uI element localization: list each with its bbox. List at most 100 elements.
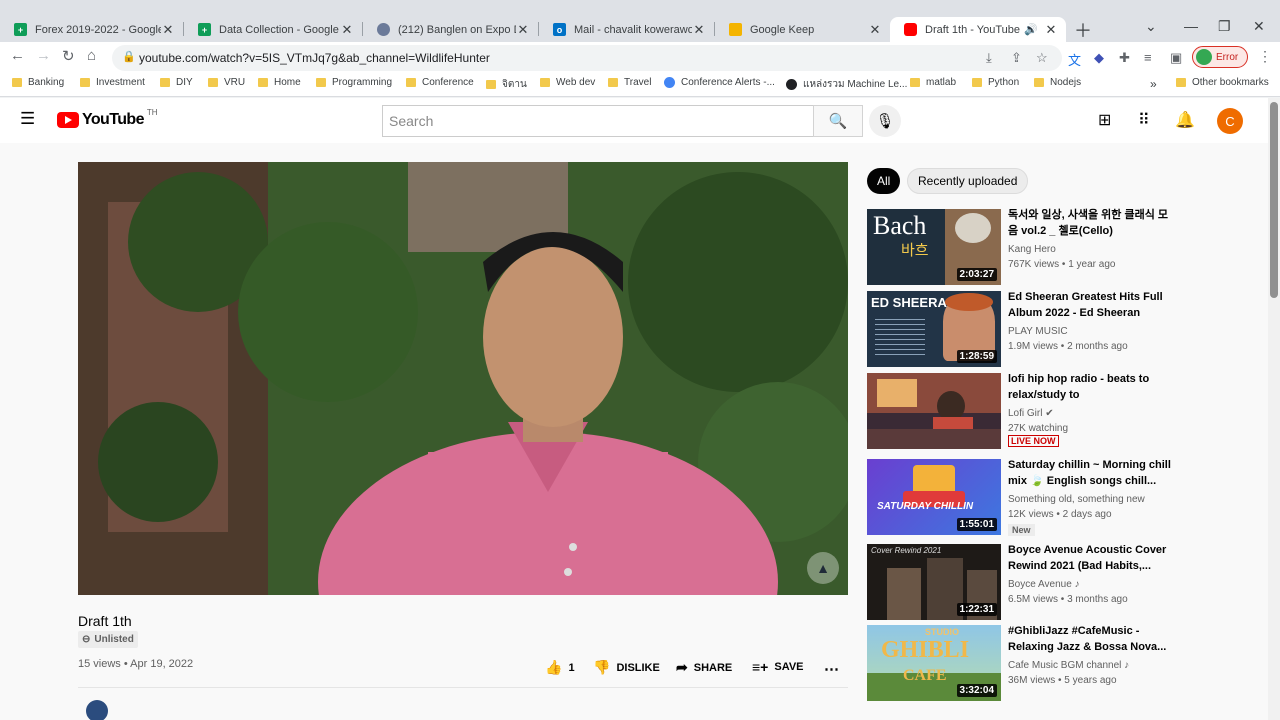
chip-recently-uploaded[interactable]: Recently uploaded bbox=[907, 168, 1029, 194]
bookmark-star-icon[interactable]: ☆ bbox=[1036, 50, 1048, 66]
bookmark-web-dev[interactable]: Web dev bbox=[540, 77, 595, 88]
close-window-icon[interactable]: ✕ bbox=[1253, 18, 1265, 35]
recommendation-title[interactable]: Saturday chillin ~ Morning chill mix 🍃 E… bbox=[1008, 457, 1173, 489]
bookmark-python[interactable]: Python bbox=[972, 77, 1019, 88]
bookmark-vru[interactable]: VRU bbox=[208, 77, 245, 88]
close-icon[interactable]: ✕ bbox=[1044, 22, 1058, 38]
video-thumbnail[interactable] bbox=[867, 373, 1001, 449]
recommendation-title[interactable]: #GhibliJazz #CafeMusic - Relaxing Jazz &… bbox=[1008, 623, 1173, 655]
bookmark-banking[interactable]: Banking bbox=[12, 77, 64, 88]
microphone-icon: 🎙 bbox=[875, 113, 895, 130]
recommendation-title[interactable]: Boyce Avenue Acoustic Cover Rewind 2021 … bbox=[1008, 542, 1173, 574]
dislike-button[interactable]: 👎 DISLIKE bbox=[593, 659, 660, 676]
recommendation-title[interactable]: 독서와 일상, 사색을 위한 클래식 모음 vol.2 _ 첼로(Cello) bbox=[1008, 207, 1173, 239]
forward-icon[interactable]: → bbox=[36, 47, 51, 64]
youtube-logo[interactable]: YouTube TH bbox=[57, 108, 158, 129]
tab-forex[interactable]: + Forex 2019-2022 - Google Sh ✕ bbox=[0, 17, 183, 42]
recommendation-item[interactable]: Bach 바흐 2:03:27 독서와 일상, 사색을 위한 클래식 모음 vo… bbox=[867, 209, 1259, 285]
tab-banglen[interactable]: (212) Banglen on Expo Devel ✕ bbox=[363, 17, 538, 42]
search-button[interactable]: 🔍 bbox=[813, 105, 863, 137]
video-thumbnail[interactable]: ED SHEERAN 1:28:59 bbox=[867, 291, 1001, 367]
unlisted-badge: ⊖ Unlisted bbox=[78, 631, 138, 648]
close-icon[interactable]: ✕ bbox=[161, 22, 175, 38]
bookmark-nodejs[interactable]: Nodejs bbox=[1034, 77, 1081, 88]
home-icon[interactable]: ⌂ bbox=[87, 47, 96, 64]
bookmark-other[interactable]: Other bookmarks bbox=[1176, 77, 1269, 88]
bookmark-thai[interactable]: จิตาน bbox=[486, 77, 527, 92]
share-icon[interactable]: ⇪ bbox=[1011, 50, 1022, 66]
more-actions-icon[interactable]: ⋯ bbox=[824, 660, 839, 678]
reload-icon[interactable]: ↻ bbox=[62, 47, 75, 65]
recommendation-item[interactable]: Cover Rewind 2021 1:22:31 Boyce Avenue A… bbox=[867, 544, 1259, 620]
lock-icon[interactable]: 🔒 bbox=[122, 50, 136, 63]
channel-name[interactable]: Lofi Girl ✔ bbox=[1008, 408, 1054, 419]
bookmark-home[interactable]: Home bbox=[258, 77, 301, 88]
view-stats: 36M views • 5 years ago bbox=[1008, 675, 1117, 686]
account-avatar[interactable]: C bbox=[1217, 108, 1243, 134]
chip-all[interactable]: All bbox=[867, 168, 901, 194]
recommendation-title[interactable]: lofi hip hop radio - beats to relax/stud… bbox=[1008, 371, 1173, 403]
channel-name[interactable]: Kang Hero bbox=[1008, 244, 1056, 255]
like-button[interactable]: 👍 1 bbox=[545, 659, 575, 676]
bookmarks-overflow-icon[interactable]: » bbox=[1150, 77, 1157, 91]
minimize-icon[interactable]: — bbox=[1184, 18, 1198, 34]
speaker-icon[interactable]: 🔊 bbox=[1024, 23, 1038, 36]
video-thumbnail[interactable]: Bach 바흐 2:03:27 bbox=[867, 209, 1001, 285]
video-thumbnail[interactable]: Cover Rewind 2021 1:22:31 bbox=[867, 544, 1001, 620]
apps-grid-icon[interactable]: ⠿ bbox=[1138, 110, 1150, 130]
bookmark-matlab[interactable]: matlab bbox=[910, 77, 956, 88]
recommendation-item[interactable]: ED SHEERAN 1:28:59 Ed Sheeran Greatest H… bbox=[867, 291, 1259, 367]
install-icon[interactable]: ⤓ bbox=[986, 50, 992, 66]
puzzle-icon[interactable]: ✚ bbox=[1119, 50, 1130, 66]
channel-name[interactable]: PLAY MUSIC bbox=[1008, 326, 1068, 337]
hamburger-menu-icon[interactable]: ☰ bbox=[20, 109, 35, 129]
video-thumbnail[interactable]: STUDIO GHIBLI CAFE 3:32:04 bbox=[867, 625, 1001, 701]
media-icon[interactable]: ≡ bbox=[1144, 50, 1152, 65]
close-icon[interactable]: ✕ bbox=[516, 22, 530, 38]
recommendation-item[interactable]: STUDIO GHIBLI CAFE 3:32:04 #GhibliJazz #… bbox=[867, 625, 1259, 701]
bookmark-conference[interactable]: Conference bbox=[406, 77, 474, 88]
save-button[interactable]: ≡+ SAVE bbox=[752, 659, 804, 675]
close-icon[interactable]: ✕ bbox=[868, 22, 882, 38]
channel-name[interactable]: Boyce Avenue ♪ bbox=[1008, 579, 1080, 590]
new-tab-button[interactable]: ＋ bbox=[1074, 17, 1092, 43]
extension-icon[interactable]: ◆ bbox=[1094, 50, 1104, 66]
more-vert-icon[interactable]: ⋮ bbox=[1258, 48, 1272, 65]
tab-draft-youtube[interactable]: Draft 1th - YouTube 🔊 ✕ bbox=[890, 17, 1066, 42]
bookmark-investment[interactable]: Investment bbox=[80, 77, 145, 88]
sidepanel-icon[interactable]: ▣ bbox=[1170, 50, 1182, 66]
recommendation-title[interactable]: Ed Sheeran Greatest Hits Full Album 2022… bbox=[1008, 289, 1173, 321]
video-thumbnail[interactable]: SATURDAY CHILLIN 1:55:01 bbox=[867, 459, 1001, 535]
back-icon[interactable]: ← bbox=[10, 47, 25, 64]
address-bar[interactable]: 🔒 youtube.com/watch?v=5IS_VTmJq7g&ab_cha… bbox=[112, 45, 1062, 71]
video-player[interactable]: ▲ bbox=[78, 162, 848, 595]
profile-error-button[interactable]: Error bbox=[1192, 46, 1248, 68]
search-input[interactable] bbox=[383, 106, 813, 136]
share-button[interactable]: ➦ SHARE bbox=[676, 659, 732, 676]
voice-search-button[interactable]: 🎙 bbox=[869, 105, 901, 137]
channel-name[interactable]: Cafe Music BGM channel ♪ bbox=[1008, 660, 1129, 671]
bookmark-programming[interactable]: Programming bbox=[316, 77, 392, 88]
close-icon[interactable]: ✕ bbox=[340, 22, 354, 38]
notifications-bell-icon[interactable]: 🔔 bbox=[1175, 110, 1195, 130]
recommendation-item[interactable]: SATURDAY CHILLIN 1:55:01 Saturday chilli… bbox=[867, 457, 1259, 536]
close-icon[interactable]: ✕ bbox=[692, 22, 706, 38]
translate-icon[interactable]: 文 bbox=[1068, 50, 1081, 69]
bookmark-machine-learning[interactable]: แหล่งรวม Machine Le... bbox=[786, 77, 907, 92]
create-video-icon[interactable]: ⊞ bbox=[1098, 110, 1111, 130]
channel-avatar[interactable] bbox=[86, 700, 108, 720]
recommendation-item[interactable]: lofi hip hop radio - beats to relax/stud… bbox=[867, 373, 1259, 449]
tab-mail[interactable]: o Mail - chavalit kowerawong - ✕ bbox=[539, 17, 714, 42]
scrollbar-thumb[interactable] bbox=[1270, 102, 1278, 298]
page-scrollbar[interactable] bbox=[1268, 98, 1280, 720]
channel-name[interactable]: Something old, something new bbox=[1008, 494, 1145, 505]
bookmark-conference-alerts[interactable]: Conference Alerts -... bbox=[664, 77, 775, 88]
tab-google-keep[interactable]: Google Keep ✕ bbox=[715, 17, 890, 42]
url-text[interactable]: youtube.com/watch?v=5IS_VTmJq7g&ab_chann… bbox=[139, 51, 490, 65]
channel-watermark-icon[interactable]: ▲ bbox=[807, 552, 839, 584]
tab-search-icon[interactable]: ⌄ bbox=[1145, 18, 1157, 35]
restore-icon[interactable]: ❐ bbox=[1218, 18, 1231, 35]
bookmark-travel[interactable]: Travel bbox=[608, 77, 651, 88]
tab-data-collection[interactable]: + Data Collection - Google She ✕ bbox=[184, 17, 362, 42]
bookmark-diy[interactable]: DIY bbox=[160, 77, 193, 88]
